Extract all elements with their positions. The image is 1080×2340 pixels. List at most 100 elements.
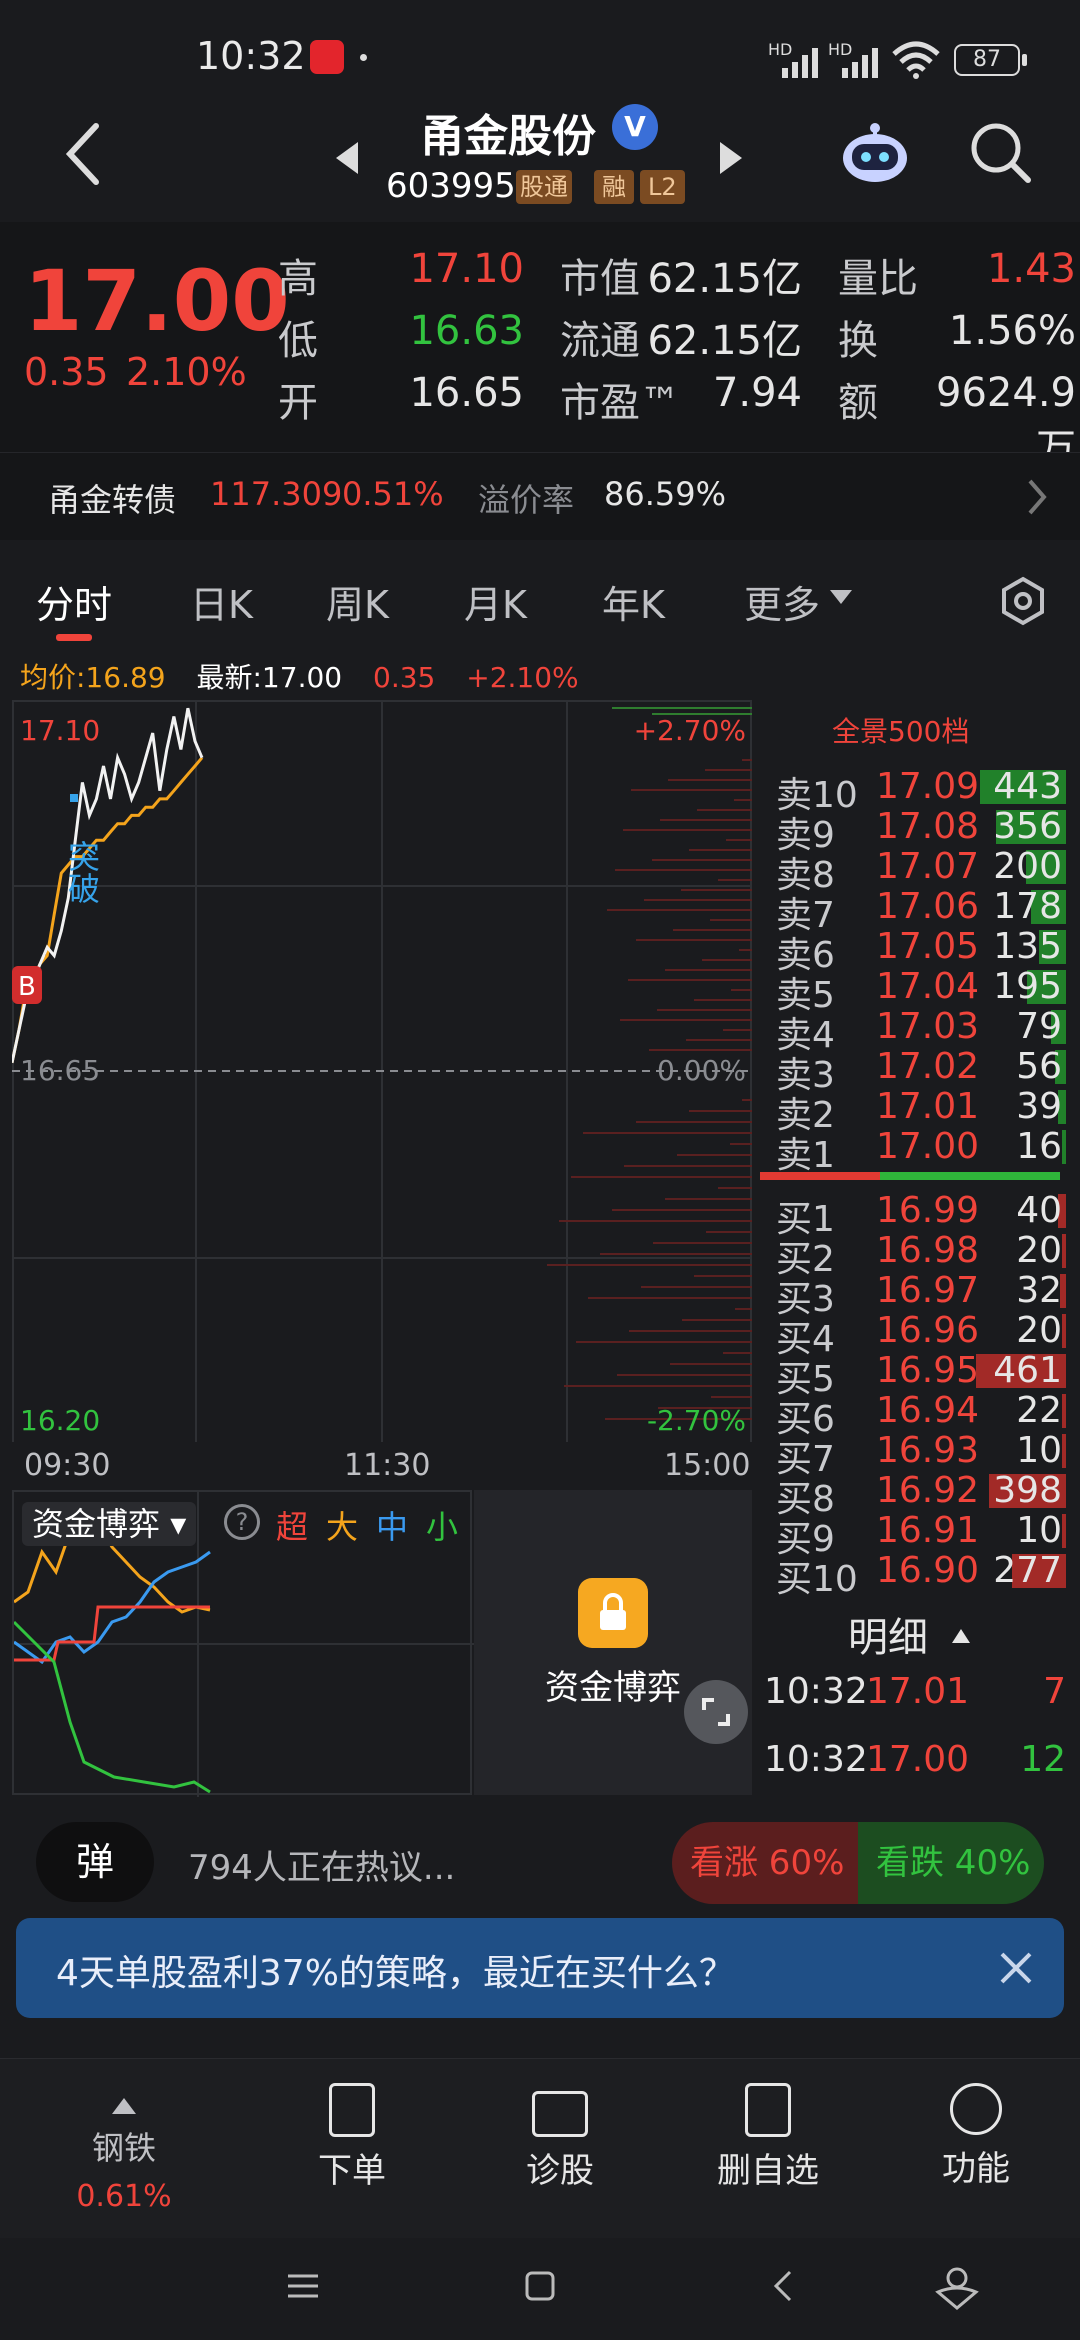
tab-more[interactable]: 更多	[744, 574, 820, 629]
menu-icon[interactable]	[286, 2272, 320, 2300]
ask-row[interactable]: 卖1 17.00 16	[776, 1126, 1066, 1176]
ask-row[interactable]: 卖9 17.08 356	[776, 806, 1066, 856]
discussion-text[interactable]: 794人正在热议...	[188, 1840, 455, 1889]
diagnose-label: 诊股	[526, 2151, 594, 2191]
price-change-pct: 2.10%	[126, 350, 247, 394]
strategy-banner[interactable]: 4天单股盈利37%的策略，最近在买什么？	[16, 1918, 1064, 2018]
vote-down-button[interactable]: 看跌 40%	[858, 1822, 1044, 1904]
bid-row[interactable]: 买9 16.91 10	[776, 1510, 1066, 1560]
bid-volume-bar	[1062, 1314, 1066, 1348]
ask-row[interactable]: 卖5 17.04 195	[776, 966, 1066, 1016]
help-icon[interactable]: ?	[224, 1504, 260, 1540]
bid-level: 买10	[776, 1559, 858, 1600]
bid-row[interactable]: 买3 16.97 32	[776, 1270, 1066, 1320]
tab-monthly-k[interactable]: 月K	[464, 574, 527, 629]
lock-icon	[578, 1578, 648, 1648]
bid-row[interactable]: 买8 16.92 398	[776, 1470, 1066, 1520]
bid-ask-ratio-bar	[760, 1172, 1060, 1180]
bid-volume: 10	[1016, 1430, 1062, 1471]
bid-price: 16.93	[876, 1430, 980, 1471]
function-button[interactable]: 功能	[906, 2083, 1046, 2190]
quote-label: 换	[838, 318, 878, 364]
ask-row[interactable]: 卖10 17.09 443	[776, 766, 1066, 816]
banner-text: 4天单股盈利37%的策略，最近在买什么？	[56, 1953, 735, 1994]
vote-up-button[interactable]: 看涨 60%	[672, 1822, 862, 1904]
bid-row[interactable]: 买2 16.98 20	[776, 1230, 1066, 1280]
danmaku-toggle[interactable]: 弹	[36, 1822, 154, 1902]
ask-volume-bar	[1062, 1130, 1066, 1164]
tab-intraday[interactable]: 分时	[36, 574, 112, 629]
next-stock-icon[interactable]	[718, 140, 744, 176]
tab-weekly-k[interactable]: 周K	[326, 574, 389, 629]
chart-info-line: 均价:16.89 最新:17.00 0.35 +2.10%	[20, 656, 579, 696]
settings-icon[interactable]	[998, 576, 1048, 626]
ask-price: 17.00	[876, 1126, 980, 1167]
bid-row[interactable]: 买7 16.93 10	[776, 1430, 1066, 1480]
tab-daily-k[interactable]: 日K	[190, 574, 253, 629]
trade-detail[interactable]: 明细 10:32 17.01 7 10:32 17.00 12	[760, 1605, 1070, 1795]
discussion-bar[interactable]: 弹 794人正在热议... 看涨 60% 看跌 40%	[0, 1812, 1080, 1912]
search-icon[interactable]	[968, 120, 1034, 186]
bid-row[interactable]: 买4 16.96 20	[776, 1310, 1066, 1360]
ask-row[interactable]: 卖6 17.05 135	[776, 926, 1066, 976]
chart-tabs: 分时 日K 周K 月K 年K 更多	[0, 560, 1080, 646]
pct-min-label: -2.70%	[647, 1404, 746, 1437]
orderbook-title[interactable]: 全景500档	[832, 710, 969, 750]
close-icon[interactable]	[996, 1948, 1036, 1988]
prev-stock-icon[interactable]	[334, 140, 360, 176]
ask-row[interactable]: 卖7 17.06 178	[776, 886, 1066, 936]
quote-panel: 17.00 0.35 2.10% 高 17.10 市值 62.15亿 量比 1.…	[0, 222, 1080, 472]
legend-large: 大	[326, 1508, 359, 1546]
x-label-mid: 11:30	[344, 1448, 431, 1483]
sector-indicator[interactable]: 钢铁 0.61%	[54, 2083, 194, 2214]
signal-icon-2	[842, 48, 878, 78]
ask-volume: 200	[993, 846, 1062, 887]
quote-label: 量比	[838, 256, 918, 302]
notification-icon	[310, 40, 344, 74]
ask-price: 17.04	[876, 966, 980, 1007]
back-nav-icon[interactable]	[770, 2268, 794, 2304]
ask-row[interactable]: 卖8 17.07 200	[776, 846, 1066, 896]
detail-price: 17.01	[866, 1671, 970, 1712]
quote-label: 市盈™	[560, 380, 680, 426]
ask-volume: 135	[993, 926, 1062, 967]
expand-icon[interactable]	[684, 1680, 748, 1744]
order-book[interactable]: 全景500档 卖10 17.09 443 卖9 17.08 356 卖8 17.07…	[760, 700, 1070, 1600]
quote-label: 低	[278, 318, 318, 364]
detail-title[interactable]: 明细	[848, 1605, 928, 1663]
bid-row[interactable]: 买1 16.99 40	[776, 1190, 1066, 1240]
diagnose-button[interactable]: 诊股	[490, 2083, 630, 2192]
bid-row[interactable]: 买6 16.94 22	[776, 1390, 1066, 1440]
detail-volume: 12	[1020, 1739, 1066, 1780]
tab-active-indicator	[56, 634, 92, 641]
convertible-bond-row[interactable]: 甬金转债 117.309 0.51% 溢价率 86.59%	[0, 452, 1080, 540]
ask-row[interactable]: 卖4 17.03 79	[776, 1006, 1066, 1056]
fund-dropdown[interactable]: 资金博弈 ▾	[22, 1502, 197, 1546]
bid-price: 16.90	[876, 1550, 980, 1591]
bid-volume: 10	[1016, 1510, 1062, 1551]
order-icon	[329, 2083, 375, 2137]
detail-volume: 7	[1043, 1671, 1066, 1712]
ask-row[interactable]: 卖2 17.01 39	[776, 1086, 1066, 1136]
robot-assistant-icon[interactable]	[840, 118, 910, 188]
avg-price: 均价:16.89	[20, 661, 166, 694]
quote-label: 高	[278, 256, 318, 302]
fund-locked-panel[interactable]: 资金博弈	[474, 1490, 752, 1795]
bid-row[interactable]: 买10 16.90 277	[776, 1550, 1066, 1600]
ask-row[interactable]: 卖3 17.02 56	[776, 1046, 1066, 1096]
order-button[interactable]: 下单	[282, 2083, 422, 2192]
latest-price: 最新:17.00	[196, 661, 343, 694]
caret-up-icon	[112, 2098, 136, 2114]
back-icon[interactable]	[62, 122, 102, 186]
bid-price: 16.95	[876, 1350, 980, 1391]
breakout-marker	[70, 794, 78, 802]
bid-row[interactable]: 买5 16.95 461	[776, 1350, 1066, 1400]
legend-super: 超	[276, 1508, 309, 1546]
bid-price: 16.91	[876, 1510, 980, 1551]
quote-value: 1.56%	[948, 308, 1076, 354]
home-icon[interactable]	[524, 2270, 556, 2302]
intraday-chart[interactable]: 17.10 16.65 16.20 +2.70% 0.00% -2.70% 突破…	[10, 700, 752, 1483]
assistant-nav-icon[interactable]	[934, 2264, 980, 2310]
remove-watchlist-button[interactable]: 删自选	[698, 2083, 838, 2192]
tab-yearly-k[interactable]: 年K	[602, 574, 665, 629]
